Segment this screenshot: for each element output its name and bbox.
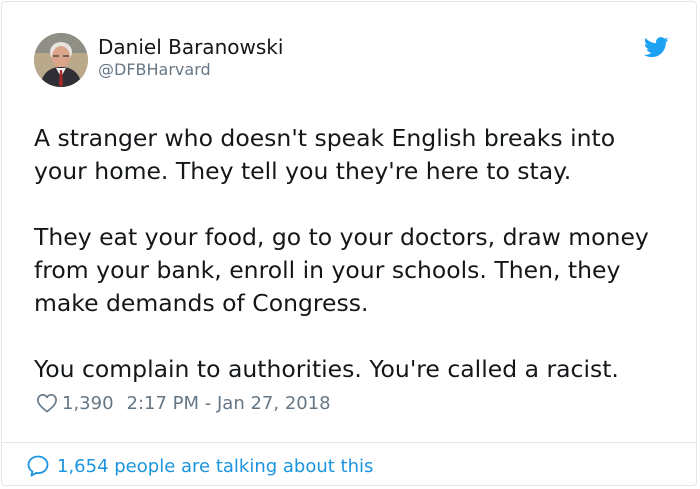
tweet-paragraph: A stranger who doesn't speak English bre… [34, 124, 616, 185]
divider [2, 442, 696, 443]
avatar[interactable] [34, 33, 88, 87]
tweet-card: Daniel Baranowski @DFBHarvard A stranger… [1, 1, 697, 486]
tweet-paragraph: You complain to authorities. You're call… [34, 355, 619, 383]
conversation-label: 1,654 people are talking about this [57, 455, 374, 477]
tweet-paragraph: They eat your food, go to your doctors, … [34, 223, 649, 317]
tweet-text: A stranger who doesn't speak English bre… [34, 122, 684, 386]
tweet-timestamp[interactable]: 2:17 PM - Jan 27, 2018 [127, 393, 331, 414]
avatar-image [34, 33, 88, 87]
user-handle[interactable]: @DFBHarvard [98, 60, 211, 80]
display-name[interactable]: Daniel Baranowski [98, 35, 283, 59]
heart-icon [37, 394, 57, 413]
like-button[interactable]: 1,390 [36, 393, 114, 414]
twitter-bird-icon[interactable] [643, 37, 669, 58]
tweet-meta: 1,390 2:17 PM - Jan 27, 2018 [36, 391, 331, 415]
like-count: 1,390 [62, 392, 114, 414]
speech-bubble-icon [27, 455, 49, 477]
conversation-link[interactable]: 1,654 people are talking about this [26, 453, 373, 479]
